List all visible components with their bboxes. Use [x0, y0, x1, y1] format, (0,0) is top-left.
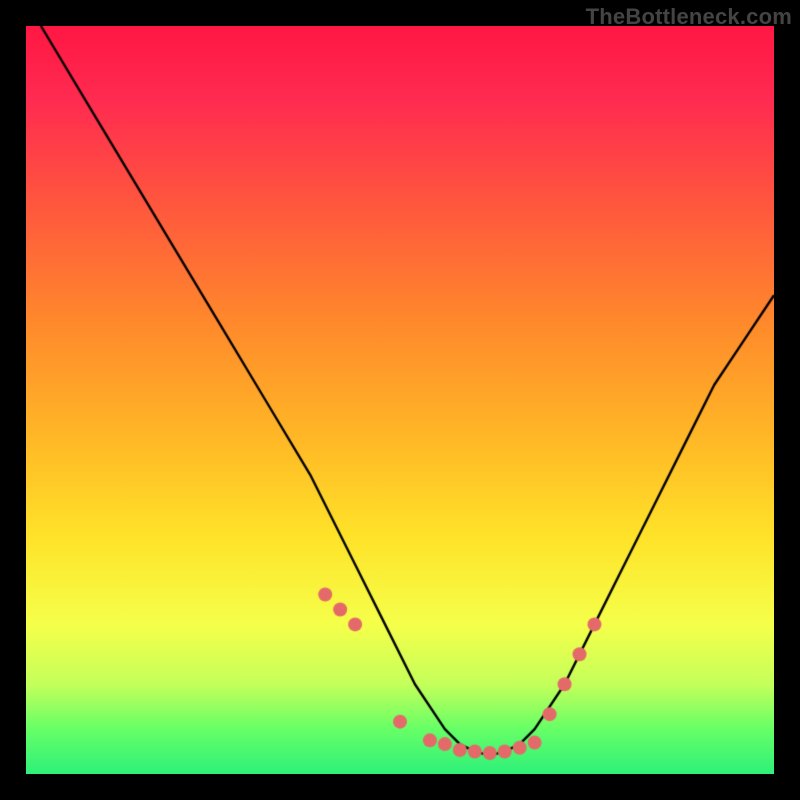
chart-frame: TheBottleneck.com [0, 0, 800, 800]
plot-area [26, 26, 774, 774]
watermark-text: TheBottleneck.com [586, 4, 792, 30]
curve-canvas [26, 26, 774, 774]
